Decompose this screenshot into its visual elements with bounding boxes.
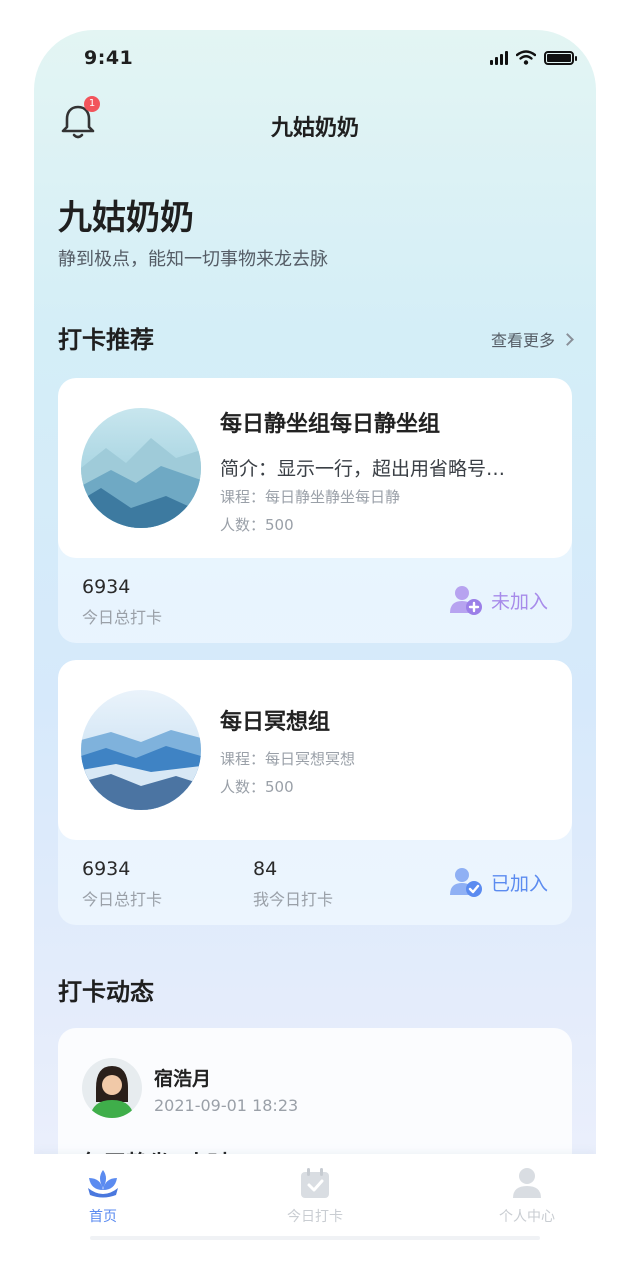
tab-home-label: 首页 bbox=[89, 1209, 117, 1225]
user-check-icon bbox=[449, 868, 482, 897]
tab-profile[interactable]: 个人中心 bbox=[472, 1164, 582, 1226]
group-card-meditation-sitting[interactable]: 每日静坐组每日静坐组 简介：显示一行，超出用省略号… 课程：每日静坐静坐每日静 … bbox=[58, 378, 572, 643]
status-bar: 9:41 bbox=[34, 30, 596, 90]
group-avatar bbox=[81, 408, 201, 528]
status-icons bbox=[490, 50, 577, 65]
view-more-link[interactable]: 查看更多 bbox=[490, 327, 574, 351]
total-checkin-value: 6934 bbox=[82, 576, 131, 598]
add-user-icon bbox=[449, 586, 482, 615]
lotus-icon bbox=[88, 1170, 118, 1198]
group-card-info: 每日静坐组每日静坐组 简介：显示一行，超出用省略号… 课程：每日静坐静坐每日静 … bbox=[58, 378, 572, 558]
group-course: 课程：每日冥想冥想 bbox=[220, 750, 356, 768]
battery-icon bbox=[544, 50, 577, 65]
total-checkin-value: 6934 bbox=[82, 858, 131, 880]
group-members: 人数：500 bbox=[220, 778, 294, 796]
post-user-name: 宿浩月 bbox=[154, 1068, 212, 1090]
join-status-label: 已加入 bbox=[490, 872, 548, 895]
tab-profile-label: 个人中心 bbox=[499, 1209, 555, 1225]
tab-checkin[interactable]: 今日打卡 bbox=[260, 1164, 370, 1226]
view-more-label: 查看更多 bbox=[490, 331, 555, 350]
join-status-button[interactable]: 未加入 bbox=[449, 584, 548, 616]
group-course: 课程：每日静坐静坐每日静 bbox=[220, 488, 401, 506]
my-checkin-label: 我今日打卡 bbox=[253, 890, 334, 909]
home-indicator bbox=[90, 1236, 540, 1240]
calendar-check-icon bbox=[301, 1168, 329, 1198]
wifi-icon bbox=[516, 50, 536, 65]
group-card-meditation[interactable]: 每日冥想组 课程：每日冥想冥想 人数：500 6934 今日总打卡 84 我今日… bbox=[58, 660, 572, 925]
chevron-right-icon bbox=[561, 332, 574, 346]
tab-bar: 首页 今日打卡 个人中心 bbox=[34, 1154, 596, 1244]
join-status-label: 未加入 bbox=[490, 590, 548, 613]
total-checkin-label: 今日总打卡 bbox=[82, 890, 163, 909]
avatar[interactable] bbox=[82, 1058, 142, 1118]
recommend-section-title: 打卡推荐 bbox=[58, 326, 154, 354]
group-card-info: 每日冥想组 课程：每日冥想冥想 人数：500 bbox=[58, 660, 572, 840]
tab-checkin-label: 今日打卡 bbox=[287, 1209, 343, 1225]
person-icon bbox=[513, 1168, 541, 1198]
status-time: 9:41 bbox=[84, 47, 134, 69]
tab-home[interactable]: 首页 bbox=[48, 1164, 158, 1226]
cellular-signal-icon bbox=[490, 50, 508, 65]
group-name: 每日冥想组 bbox=[220, 710, 331, 735]
total-checkin-label: 今日总打卡 bbox=[82, 608, 163, 627]
nav-title: 九姑奶奶 bbox=[270, 116, 359, 141]
my-checkin-value: 84 bbox=[253, 858, 278, 880]
hero-subtitle: 静到极点，能知一切事物来龙去脉 bbox=[58, 249, 328, 270]
hero-title: 九姑奶奶 bbox=[58, 198, 194, 238]
group-members: 人数：500 bbox=[220, 516, 294, 534]
post-date: 2021-09-01 18:23 bbox=[154, 1096, 299, 1115]
phone-screen: 9:41 1 九姑奶奶 九姑奶奶 静到极点，能知一切事物来龙去脉 打卡推荐 查看… bbox=[34, 30, 596, 1244]
group-name: 每日静坐组每日静坐组 bbox=[220, 412, 441, 437]
feed-section-title: 打卡动态 bbox=[58, 978, 154, 1006]
join-status-button[interactable]: 已加入 bbox=[449, 866, 548, 898]
group-intro: 简介：显示一行，超出用省略号… bbox=[220, 458, 506, 480]
group-avatar bbox=[81, 690, 201, 810]
